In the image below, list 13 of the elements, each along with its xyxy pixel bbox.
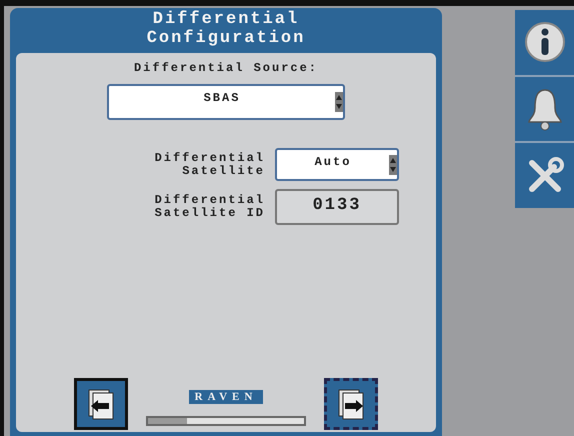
back-button[interactable] [74,378,128,430]
info-icon [522,20,566,64]
page-back-icon [87,388,115,420]
field-label: Differential Satellite ID [154,194,265,220]
field-label: Differential Satellite [154,152,265,178]
source-dropdown[interactable]: SBAS [107,84,345,120]
brand-logo: RAVEN [188,390,264,404]
satellite-id-field: 0133 [275,189,399,225]
page-forward-icon [337,388,365,420]
source-label: Differential Source: [134,61,318,75]
window-title: Differential Configuration [146,9,306,50]
satellite-dropdown[interactable]: Auto [275,148,399,181]
next-button[interactable] [324,378,378,430]
